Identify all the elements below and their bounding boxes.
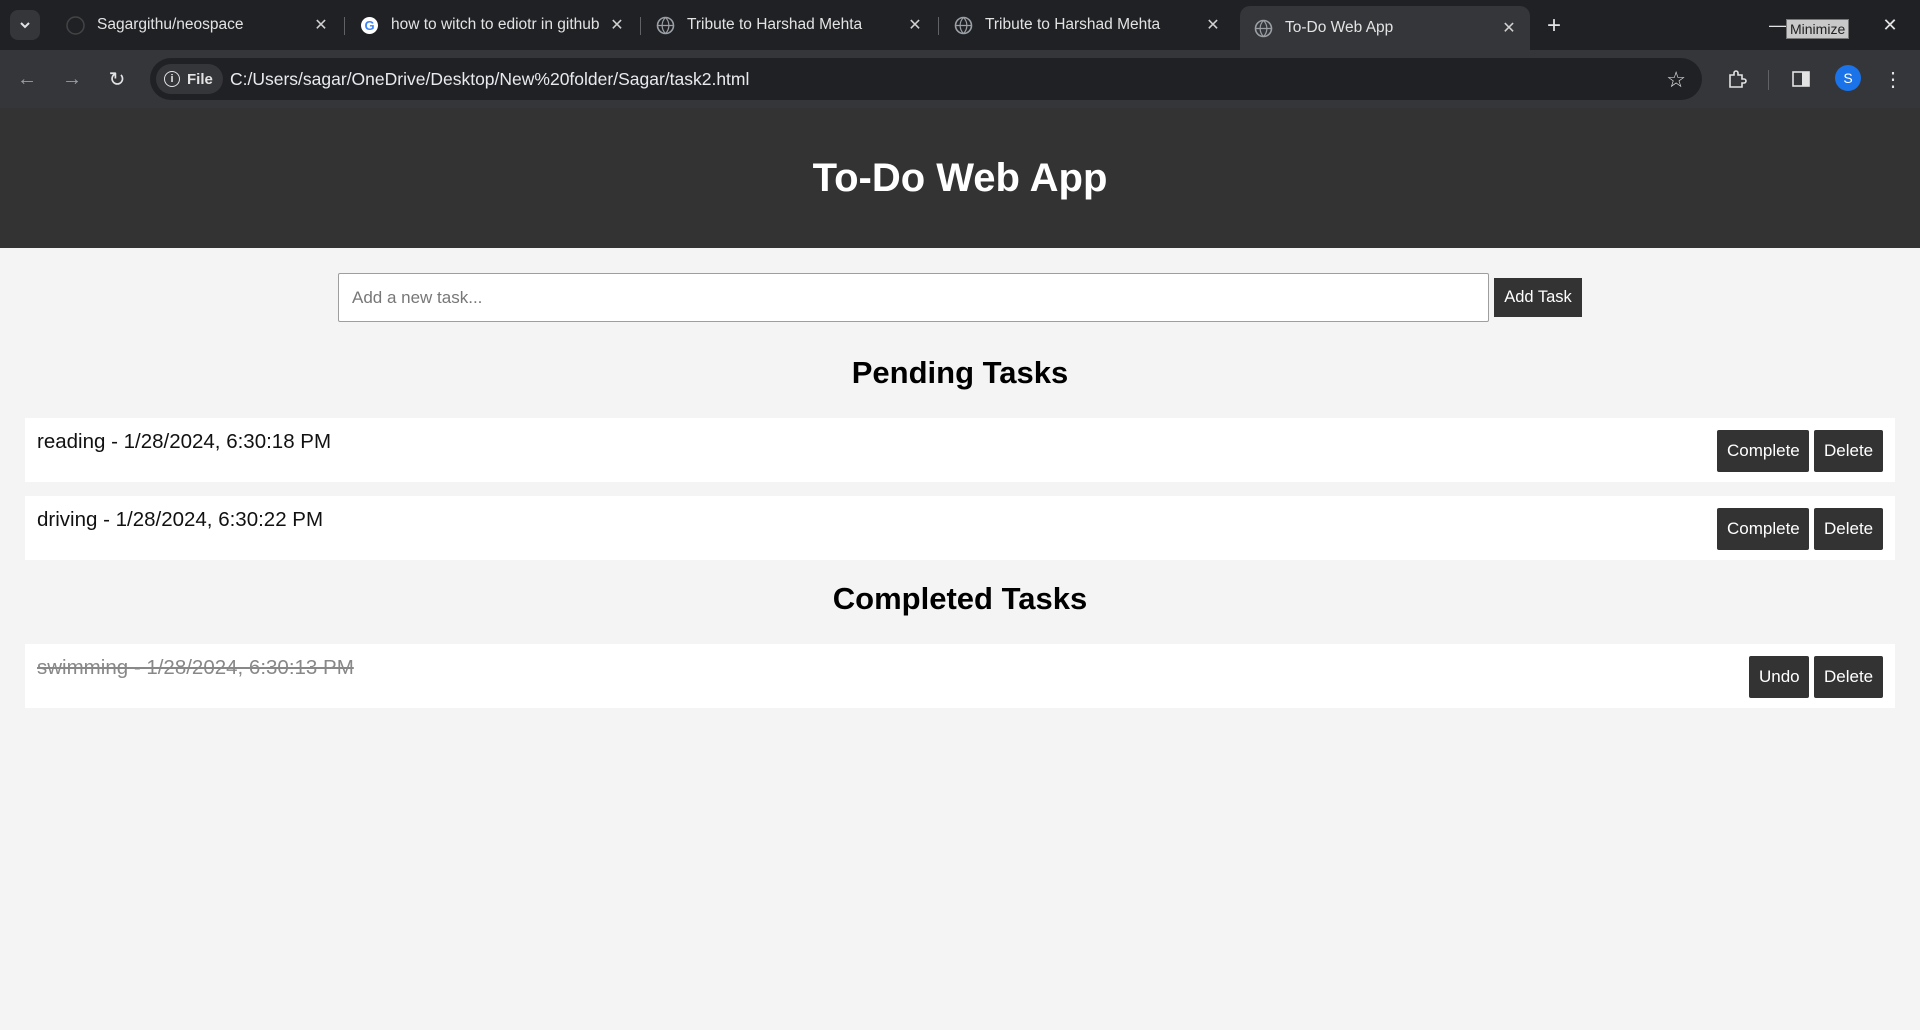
- svg-text:G: G: [364, 18, 374, 33]
- toolbar: ← → ↻ i File C:/Users/sagar/OneDrive/Des…: [0, 50, 1920, 108]
- chip-label: File: [187, 70, 213, 88]
- complete-button[interactable]: Complete: [1717, 508, 1809, 550]
- close-window-button[interactable]: ✕: [1862, 0, 1918, 50]
- close-icon[interactable]: ✕: [310, 14, 332, 36]
- pending-task-row: reading - 1/28/2024, 6:30:18 PM Complete…: [25, 418, 1895, 482]
- completed-task-row: swimming - 1/28/2024, 6:30:13 PM Undo De…: [25, 644, 1895, 708]
- undo-button[interactable]: Undo: [1749, 656, 1809, 698]
- forward-button[interactable]: →: [57, 64, 87, 94]
- pending-task-row: driving - 1/28/2024, 6:30:22 PM Complete…: [25, 496, 1895, 560]
- kebab-menu-icon: ⋮: [1883, 68, 1903, 91]
- google-icon: G: [360, 16, 379, 35]
- site-info-chip[interactable]: i File: [156, 64, 223, 94]
- task-text: driving - 1/28/2024, 6:30:22 PM: [37, 508, 324, 531]
- bookmark-star-icon[interactable]: ☆: [1666, 67, 1686, 93]
- tab-divider: [344, 17, 345, 35]
- chevron-down-icon: [20, 22, 30, 29]
- github-icon: [66, 15, 85, 35]
- page-title: To-Do Web App: [812, 155, 1108, 200]
- tab-title: Tribute to Harshad Mehta: [687, 16, 863, 33]
- close-icon[interactable]: ✕: [904, 14, 926, 36]
- task-text: swimming - 1/28/2024, 6:30:13 PM: [37, 656, 354, 679]
- delete-button[interactable]: Delete: [1814, 656, 1883, 698]
- side-panel-icon: [1792, 71, 1810, 87]
- tab-title: Sagargithu/neospace: [97, 16, 244, 33]
- close-icon[interactable]: ✕: [606, 14, 628, 36]
- add-task-button[interactable]: Add Task: [1494, 278, 1582, 317]
- app-header: To-Do Web App: [0, 108, 1920, 248]
- arrow-left-icon: ←: [17, 67, 37, 90]
- new-task-input[interactable]: [338, 273, 1489, 322]
- delete-button[interactable]: Delete: [1814, 430, 1883, 472]
- address-bar[interactable]: i File C:/Users/sagar/OneDrive/Desktop/N…: [150, 58, 1702, 100]
- globe-icon: [656, 16, 675, 35]
- tooltip: Minimize: [1786, 19, 1850, 39]
- completed-tasks-heading: Completed Tasks: [832, 581, 1088, 616]
- minimize-icon: —: [1769, 14, 1787, 35]
- globe-icon: [954, 16, 973, 35]
- extensions-button[interactable]: [1722, 64, 1752, 94]
- complete-button[interactable]: Complete: [1717, 430, 1809, 472]
- tab-divider: [938, 17, 939, 35]
- tab-4[interactable]: Tribute to Harshad Mehta ✕: [940, 6, 1234, 44]
- globe-icon: [1254, 19, 1273, 38]
- tab-title: To-Do Web App: [1285, 19, 1394, 36]
- avatar[interactable]: S: [1835, 65, 1861, 91]
- info-icon: i: [164, 71, 180, 87]
- menu-button[interactable]: ⋮: [1878, 64, 1908, 94]
- reload-button[interactable]: ↻: [102, 64, 132, 94]
- tab-3[interactable]: Tribute to Harshad Mehta ✕: [642, 6, 936, 44]
- url-text[interactable]: C:/Users/sagar/OneDrive/Desktop/New%20fo…: [230, 69, 749, 90]
- tab-title: Tribute to Harshad Mehta: [985, 16, 1161, 33]
- puzzle-icon: [1729, 70, 1747, 88]
- plus-icon: +: [1546, 12, 1561, 39]
- back-button[interactable]: ←: [12, 64, 42, 94]
- delete-button[interactable]: Delete: [1814, 508, 1883, 550]
- tab-strip: Sagargithu/neospace ✕ G how to witch to …: [0, 0, 1920, 50]
- toolbar-divider: [1768, 70, 1769, 90]
- pending-tasks-heading: Pending Tasks: [851, 355, 1069, 390]
- arrow-right-icon: →: [62, 67, 82, 90]
- reload-icon: ↻: [108, 68, 126, 91]
- tab-search-button[interactable]: [10, 10, 40, 40]
- tab-1[interactable]: Sagargithu/neospace ✕: [52, 6, 342, 44]
- tab-5-active[interactable]: To-Do Web App ✕: [1240, 6, 1530, 50]
- close-icon[interactable]: ✕: [1202, 14, 1224, 36]
- task-text: reading - 1/28/2024, 6:30:18 PM: [37, 430, 332, 453]
- tab-divider: [640, 17, 641, 35]
- close-icon: ✕: [1882, 14, 1898, 35]
- tab-2[interactable]: G how to witch to ediotr in github ✕: [346, 6, 638, 44]
- close-icon[interactable]: ✕: [1498, 17, 1520, 39]
- tab-title: how to witch to ediotr in github: [391, 16, 600, 33]
- side-panel-button[interactable]: [1786, 64, 1816, 94]
- new-tab-button[interactable]: +: [1540, 12, 1568, 40]
- page-content: To-Do Web App Add Task Pending Tasks rea…: [0, 108, 1920, 1030]
